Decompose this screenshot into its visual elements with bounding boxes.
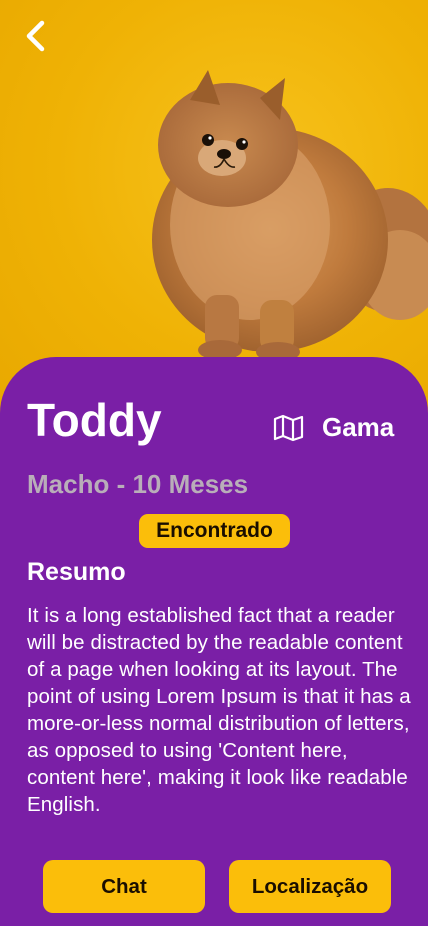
chevron-left-icon [26, 20, 45, 52]
pet-sex-age: Macho - 10 Meses [27, 469, 249, 499]
location-label: Gama [322, 412, 395, 442]
chat-button[interactable]: Chat [43, 860, 205, 913]
summary-title: Resumo [27, 558, 126, 586]
dog-photo [152, 70, 428, 362]
pet-name: Toddy [27, 394, 162, 446]
status-badge: Encontrado [139, 514, 290, 548]
pet-location: Gama [273, 412, 394, 443]
location-button[interactable]: Localização [229, 860, 391, 913]
map-icon [273, 414, 304, 441]
back-button[interactable] [14, 14, 58, 58]
summary-text: It is a long established fact that a rea… [27, 604, 411, 816]
